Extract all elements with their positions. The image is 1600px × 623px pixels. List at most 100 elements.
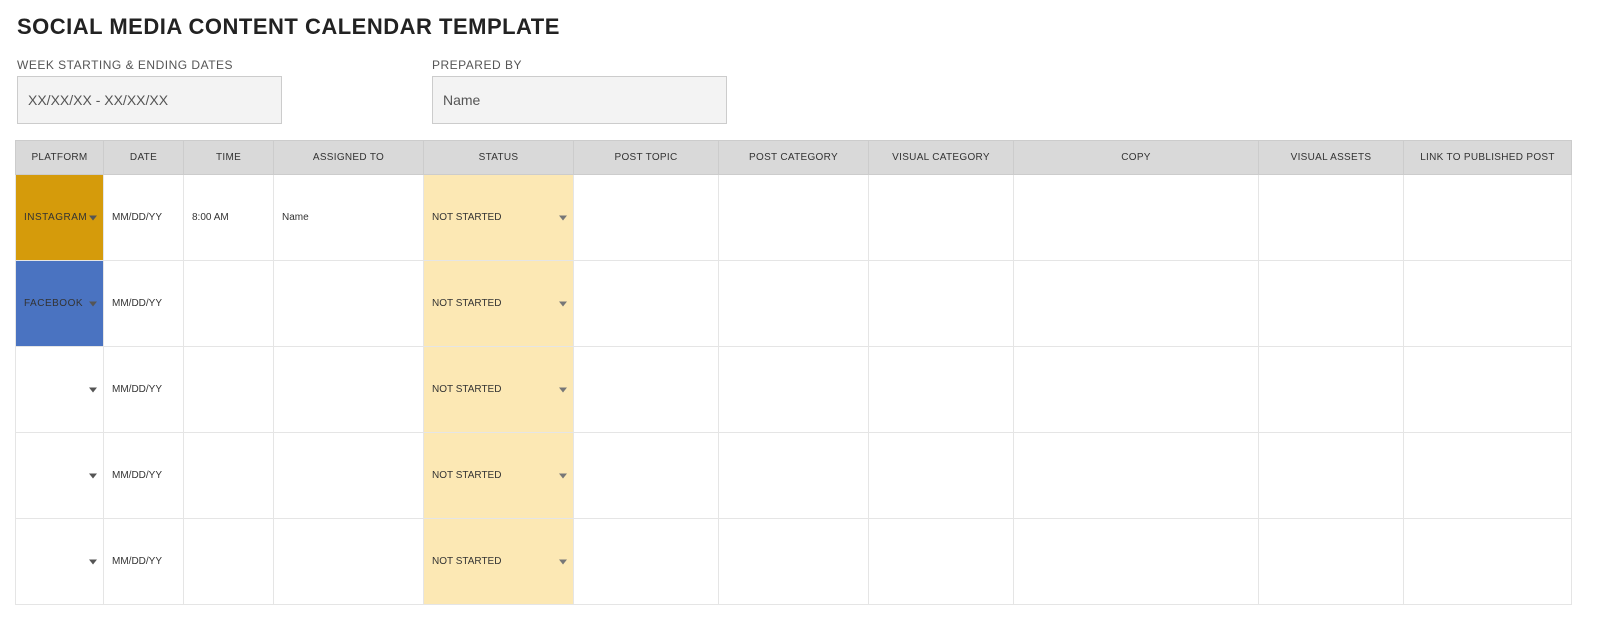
status-cell[interactable]: NOT STARTED <box>424 261 574 347</box>
topic-cell[interactable] <box>574 175 719 261</box>
table-row: MM/DD/YY NOT STARTED <box>16 347 1572 433</box>
copy-cell[interactable] <box>1014 347 1259 433</box>
assigned-cell[interactable] <box>274 519 424 605</box>
assigned-cell[interactable] <box>274 347 424 433</box>
status-label: NOT STARTED <box>432 556 501 567</box>
table-row: MM/DD/YY NOT STARTED <box>16 433 1572 519</box>
visual-category-cell[interactable] <box>869 519 1014 605</box>
status-cell[interactable]: NOT STARTED <box>424 519 574 605</box>
date-cell[interactable]: MM/DD/YY <box>104 347 184 433</box>
date-cell[interactable]: MM/DD/YY <box>104 519 184 605</box>
platform-cell[interactable]: FACEBOOK <box>16 261 104 347</box>
chevron-down-icon <box>89 301 97 306</box>
assets-cell[interactable] <box>1259 519 1404 605</box>
week-block: WEEK STARTING & ENDING DATES XX/XX/XX - … <box>17 58 282 124</box>
prepared-label: PREPARED BY <box>432 58 727 72</box>
assigned-cell[interactable] <box>274 261 424 347</box>
header-link: LINK TO PUBLISHED POST <box>1404 141 1572 175</box>
chevron-down-icon <box>89 559 97 564</box>
week-input[interactable]: XX/XX/XX - XX/XX/XX <box>17 76 282 124</box>
status-label: NOT STARTED <box>432 470 501 481</box>
copy-cell[interactable] <box>1014 261 1259 347</box>
header-row: PLATFORM DATE TIME ASSIGNED TO STATUS PO… <box>16 141 1572 175</box>
link-cell[interactable] <box>1404 347 1572 433</box>
chevron-down-icon <box>559 301 567 306</box>
platform-label: INSTAGRAM <box>24 212 87 223</box>
status-label: NOT STARTED <box>432 384 501 395</box>
topic-cell[interactable] <box>574 347 719 433</box>
visual-category-cell[interactable] <box>869 261 1014 347</box>
table-row: INSTAGRAM MM/DD/YY8:00 AMName NOT STARTED <box>16 175 1572 261</box>
link-cell[interactable] <box>1404 175 1572 261</box>
visual-category-cell[interactable] <box>869 347 1014 433</box>
status-label: NOT STARTED <box>432 298 501 309</box>
platform-label: FACEBOOK <box>24 298 83 309</box>
meta-row: WEEK STARTING & ENDING DATES XX/XX/XX - … <box>17 58 1585 124</box>
assets-cell[interactable] <box>1259 347 1404 433</box>
chevron-down-icon <box>89 473 97 478</box>
chevron-down-icon <box>559 559 567 564</box>
link-cell[interactable] <box>1404 433 1572 519</box>
table-row: FACEBOOK MM/DD/YY NOT STARTED <box>16 261 1572 347</box>
assets-cell[interactable] <box>1259 433 1404 519</box>
link-cell[interactable] <box>1404 519 1572 605</box>
header-status: STATUS <box>424 141 574 175</box>
visual-category-cell[interactable] <box>869 433 1014 519</box>
assigned-cell[interactable] <box>274 433 424 519</box>
time-cell[interactable] <box>184 433 274 519</box>
week-value: XX/XX/XX - XX/XX/XX <box>28 92 168 108</box>
category-cell[interactable] <box>719 261 869 347</box>
assets-cell[interactable] <box>1259 261 1404 347</box>
header-visual-category: VISUAL CATEGORY <box>869 141 1014 175</box>
assets-cell[interactable] <box>1259 175 1404 261</box>
topic-cell[interactable] <box>574 261 719 347</box>
topic-cell[interactable] <box>574 433 719 519</box>
calendar-table: PLATFORM DATE TIME ASSIGNED TO STATUS PO… <box>15 140 1572 605</box>
assigned-cell[interactable]: Name <box>274 175 424 261</box>
prepared-block: PREPARED BY Name <box>432 58 727 124</box>
time-cell[interactable] <box>184 261 274 347</box>
prepared-input[interactable]: Name <box>432 76 727 124</box>
topic-cell[interactable] <box>574 519 719 605</box>
week-label: WEEK STARTING & ENDING DATES <box>17 58 282 72</box>
copy-cell[interactable] <box>1014 519 1259 605</box>
chevron-down-icon <box>559 215 567 220</box>
platform-cell[interactable] <box>16 347 104 433</box>
status-cell[interactable]: NOT STARTED <box>424 175 574 261</box>
time-cell[interactable]: 8:00 AM <box>184 175 274 261</box>
category-cell[interactable] <box>719 519 869 605</box>
header-topic: POST TOPIC <box>574 141 719 175</box>
status-cell[interactable]: NOT STARTED <box>424 347 574 433</box>
platform-cell[interactable] <box>16 519 104 605</box>
prepared-value: Name <box>443 92 480 108</box>
category-cell[interactable] <box>719 433 869 519</box>
header-assets: VISUAL ASSETS <box>1259 141 1404 175</box>
chevron-down-icon <box>559 473 567 478</box>
platform-cell[interactable] <box>16 433 104 519</box>
page-title: SOCIAL MEDIA CONTENT CALENDAR TEMPLATE <box>17 14 1585 40</box>
platform-cell[interactable]: INSTAGRAM <box>16 175 104 261</box>
status-label: NOT STARTED <box>432 212 501 223</box>
date-cell[interactable]: MM/DD/YY <box>104 261 184 347</box>
date-cell[interactable]: MM/DD/YY <box>104 433 184 519</box>
copy-cell[interactable] <box>1014 433 1259 519</box>
status-cell[interactable]: NOT STARTED <box>424 433 574 519</box>
header-copy: COPY <box>1014 141 1259 175</box>
time-cell[interactable] <box>184 519 274 605</box>
category-cell[interactable] <box>719 347 869 433</box>
time-cell[interactable] <box>184 347 274 433</box>
visual-category-cell[interactable] <box>869 175 1014 261</box>
date-cell[interactable]: MM/DD/YY <box>104 175 184 261</box>
chevron-down-icon <box>89 215 97 220</box>
header-platform: PLATFORM <box>16 141 104 175</box>
copy-cell[interactable] <box>1014 175 1259 261</box>
table-row: MM/DD/YY NOT STARTED <box>16 519 1572 605</box>
category-cell[interactable] <box>719 175 869 261</box>
chevron-down-icon <box>559 387 567 392</box>
link-cell[interactable] <box>1404 261 1572 347</box>
header-date: DATE <box>104 141 184 175</box>
header-assigned: ASSIGNED TO <box>274 141 424 175</box>
header-time: TIME <box>184 141 274 175</box>
chevron-down-icon <box>89 387 97 392</box>
header-category: POST CATEGORY <box>719 141 869 175</box>
